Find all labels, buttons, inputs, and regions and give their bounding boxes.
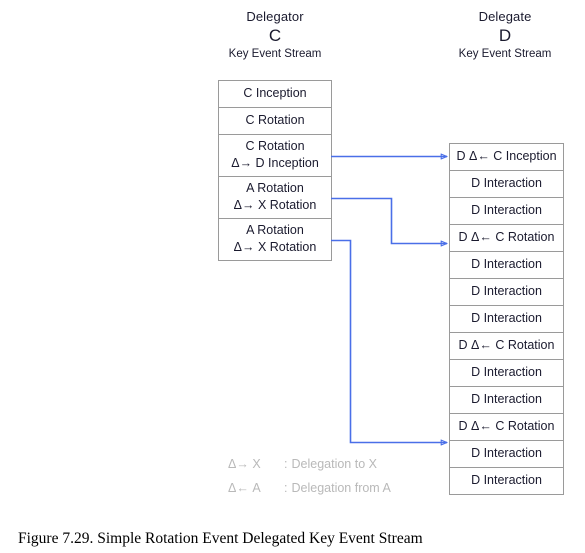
delegate-event-box: D Interaction	[449, 197, 564, 225]
delegate-event-line1: D Interaction	[471, 392, 542, 407]
delegation-arrow	[331, 239, 447, 443]
figure-canvas: Delegator C Key Event Stream Delegate D …	[0, 0, 585, 553]
delegate-role-label: Delegate	[478, 9, 532, 24]
legend: Δ→ X : Delegation to X Δ← A : Delegation…	[228, 458, 391, 506]
delegate-event-line1: D Δ← C Inception	[456, 149, 557, 164]
delegate-event-line1: D Interaction	[471, 176, 542, 191]
legend-text-delegation-from: Delegation from A	[291, 481, 391, 495]
delegate-event-box: D Interaction	[449, 467, 564, 495]
legend-colon-0: :	[284, 457, 288, 471]
delegate-event-line1: D Interaction	[471, 203, 542, 218]
delegator-identifier: C	[268, 25, 282, 45]
delegator-role-label: Delegator	[246, 9, 304, 24]
delegator-event-line2: Δ→ X Rotation	[233, 198, 317, 212]
delegator-event-line1: C Rotation	[245, 139, 305, 154]
delegate-event-box: D Δ← C Inception	[449, 143, 564, 171]
delegator-column-header: Delegator C Key Event Stream	[200, 10, 350, 61]
delegator-event-stream: C Inception C Rotation C Rotation Δ→ D Ince…	[218, 80, 332, 261]
delegator-event-box: A Rotation Δ→ X Rotation	[218, 176, 332, 219]
delegate-event-line1: D Interaction	[471, 284, 542, 299]
delegate-event-line1: D Interaction	[471, 311, 542, 326]
legend-text-delegation-to: Delegation to X	[291, 457, 377, 471]
delegator-event-line1: C Inception	[243, 86, 307, 101]
delegate-event-box: D Interaction	[449, 386, 564, 414]
delegate-event-line1: D Interaction	[471, 473, 542, 488]
legend-row-delegation-to: Δ→ X : Delegation to X	[228, 458, 391, 482]
delegator-event-box: C Rotation	[218, 107, 332, 135]
delegate-event-line1: D Δ← C Rotation	[458, 230, 555, 245]
legend-colon-1: :	[284, 481, 288, 495]
delegate-event-box: D Δ← C Rotation	[449, 224, 564, 252]
legend-symbol-delegation-from: Δ← A	[228, 481, 261, 495]
figure-caption: Figure 7.29. Simple Rotation Event Deleg…	[18, 530, 423, 547]
delegate-event-line1: D Δ← C Rotation	[458, 338, 555, 353]
delegate-identifier: D	[498, 25, 512, 45]
delegator-stream-label: Key Event Stream	[228, 48, 322, 61]
delegate-event-box: D Interaction	[449, 170, 564, 198]
delegate-stream-label: Key Event Stream	[458, 48, 552, 61]
delegator-event-line1: A Rotation	[246, 181, 304, 196]
delegate-event-box: D Δ← C Rotation	[449, 332, 564, 360]
delegate-event-box: D Interaction	[449, 278, 564, 306]
delegate-event-line1: D Δ← C Rotation	[458, 419, 555, 434]
legend-row-delegation-from: Δ← A : Delegation from A	[228, 482, 391, 506]
delegate-column-header: Delegate D Key Event Stream	[431, 10, 579, 61]
delegate-event-box: D Interaction	[449, 305, 564, 333]
delegator-event-box: A Rotation Δ→ X Rotation	[218, 218, 332, 261]
delegate-event-stream: D Δ← C Inception D Interaction D Interacti…	[449, 143, 564, 495]
delegator-event-box: C Rotation Δ→ D Inception	[218, 134, 332, 177]
delegate-event-box: D Interaction	[449, 440, 564, 468]
delegator-event-line2: Δ→ D Inception	[231, 156, 319, 170]
delegate-event-box: D Interaction	[449, 359, 564, 387]
delegation-arrow	[331, 197, 447, 244]
delegator-event-line1: A Rotation	[246, 223, 304, 238]
delegate-event-box: D Interaction	[449, 251, 564, 279]
delegator-event-line1: C Rotation	[245, 113, 305, 128]
delegate-event-line1: D Interaction	[471, 365, 542, 380]
delegate-event-line1: D Interaction	[471, 446, 542, 461]
delegator-event-box: C Inception	[218, 80, 332, 108]
legend-symbol-delegation-to: Δ→ X	[228, 457, 261, 471]
delegate-event-line1: D Interaction	[471, 257, 542, 272]
delegator-event-line2: Δ→ X Rotation	[233, 240, 317, 254]
delegate-event-box: D Δ← C Rotation	[449, 413, 564, 441]
